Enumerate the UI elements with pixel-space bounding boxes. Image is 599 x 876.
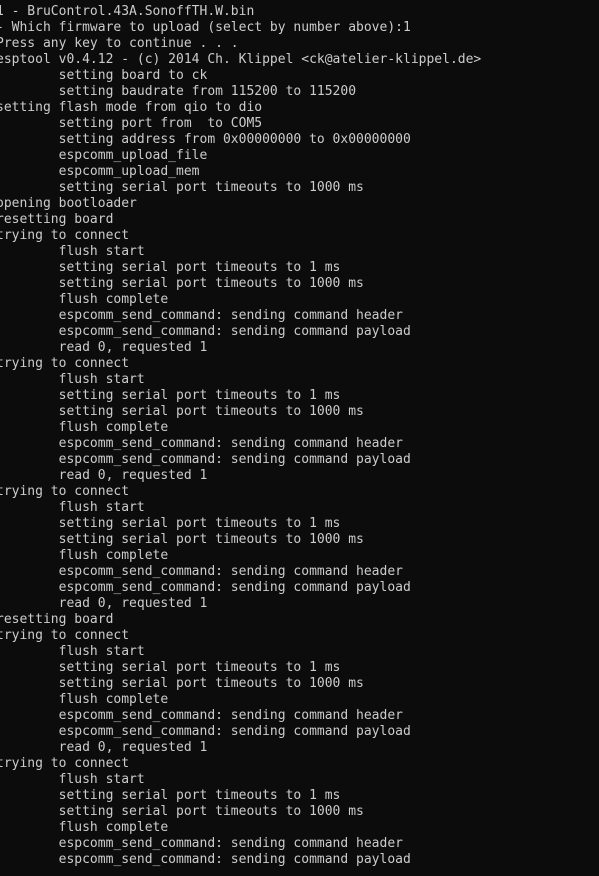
console-line: setting port from to COM5 bbox=[0, 116, 263, 131]
console-line: flush start bbox=[0, 644, 145, 659]
console-line: espcomm_send_command: sending command he… bbox=[0, 436, 403, 451]
console-line: trying to connect bbox=[0, 484, 130, 499]
console-line: setting serial port timeouts to 1000 ms bbox=[0, 532, 364, 547]
console-line: setting address from 0x00000000 to 0x000… bbox=[0, 132, 411, 147]
console-line: flush start bbox=[0, 372, 145, 387]
console-line: read 0, requested 1 bbox=[0, 740, 208, 755]
console-line: espcomm_send_command: sending command he… bbox=[0, 564, 403, 579]
console-line: espcomm_send_command: sending command he… bbox=[0, 308, 403, 323]
console-output-text: 1 - BruControl.43A.SonoffTH.W.bin - Which… bbox=[0, 4, 599, 868]
console-line: resetting board bbox=[0, 612, 114, 627]
console-line: trying to connect bbox=[0, 228, 130, 243]
console-line: trying to connect bbox=[0, 756, 130, 771]
console-line: setting serial port timeouts to 1000 ms bbox=[0, 276, 364, 291]
console-line: trying to connect bbox=[0, 628, 130, 643]
console-line: flush complete bbox=[0, 820, 169, 835]
console-line: - Which firmware to upload (select by nu… bbox=[0, 20, 411, 35]
console-line: setting baudrate from 115200 to 115200 bbox=[0, 84, 357, 99]
console-line: esptool v0.4.12 - (c) 2014 Ch. Klippel <… bbox=[0, 52, 482, 67]
console-line: flush complete bbox=[0, 292, 169, 307]
console-line: setting serial port timeouts to 1000 ms bbox=[0, 180, 364, 195]
console-line: espcomm_send_command: sending command he… bbox=[0, 708, 403, 723]
console-line: espcomm_send_command: sending command pa… bbox=[0, 852, 411, 867]
console-line: setting serial port timeouts to 1 ms bbox=[0, 516, 341, 531]
console-line: espcomm_upload_mem bbox=[0, 164, 200, 179]
console-line: espcomm_upload_file bbox=[0, 148, 208, 163]
console-line: read 0, requested 1 bbox=[0, 468, 208, 483]
console-line: espcomm_send_command: sending command pa… bbox=[0, 452, 411, 467]
console-line: espcomm_send_command: sending command pa… bbox=[0, 724, 411, 739]
console-line: setting serial port timeouts to 1 ms bbox=[0, 388, 341, 403]
console-line: read 0, requested 1 bbox=[0, 340, 208, 355]
console-line: setting flash mode from qio to dio bbox=[0, 100, 263, 115]
console-line: setting serial port timeouts to 1 ms bbox=[0, 788, 341, 803]
console-line: setting serial port timeouts to 1000 ms bbox=[0, 404, 364, 419]
console-line: read 0, requested 1 bbox=[0, 596, 208, 611]
console-line: 1 - BruControl.43A.SonoffTH.W.bin bbox=[0, 4, 255, 19]
console-line: flush complete bbox=[0, 548, 169, 563]
console-line: flush complete bbox=[0, 420, 169, 435]
console-line: setting serial port timeouts to 1 ms bbox=[0, 660, 341, 675]
console-line: flush start bbox=[0, 772, 145, 787]
console-line: flush start bbox=[0, 500, 145, 515]
console-line: setting serial port timeouts to 1 ms bbox=[0, 260, 341, 275]
console-line: flush start bbox=[0, 244, 145, 259]
console-line: trying to connect bbox=[0, 356, 130, 371]
console-line: opening bootloader bbox=[0, 196, 137, 211]
console-line: espcomm_send_command: sending command pa… bbox=[0, 324, 411, 339]
console-line: setting board to ck bbox=[0, 68, 208, 83]
console-line: setting serial port timeouts to 1000 ms bbox=[0, 804, 364, 819]
console-line: flush complete bbox=[0, 692, 169, 707]
console-line: setting serial port timeouts to 1000 ms bbox=[0, 676, 364, 691]
console-line: Press any key to continue . . . bbox=[0, 36, 239, 51]
console-line: espcomm_send_command: sending command he… bbox=[0, 836, 403, 851]
console-line: resetting board bbox=[0, 212, 114, 227]
terminal-window[interactable]: 1 - BruControl.43A.SonoffTH.W.bin - Which… bbox=[0, 0, 599, 876]
console-line: espcomm_send_command: sending command pa… bbox=[0, 580, 411, 595]
